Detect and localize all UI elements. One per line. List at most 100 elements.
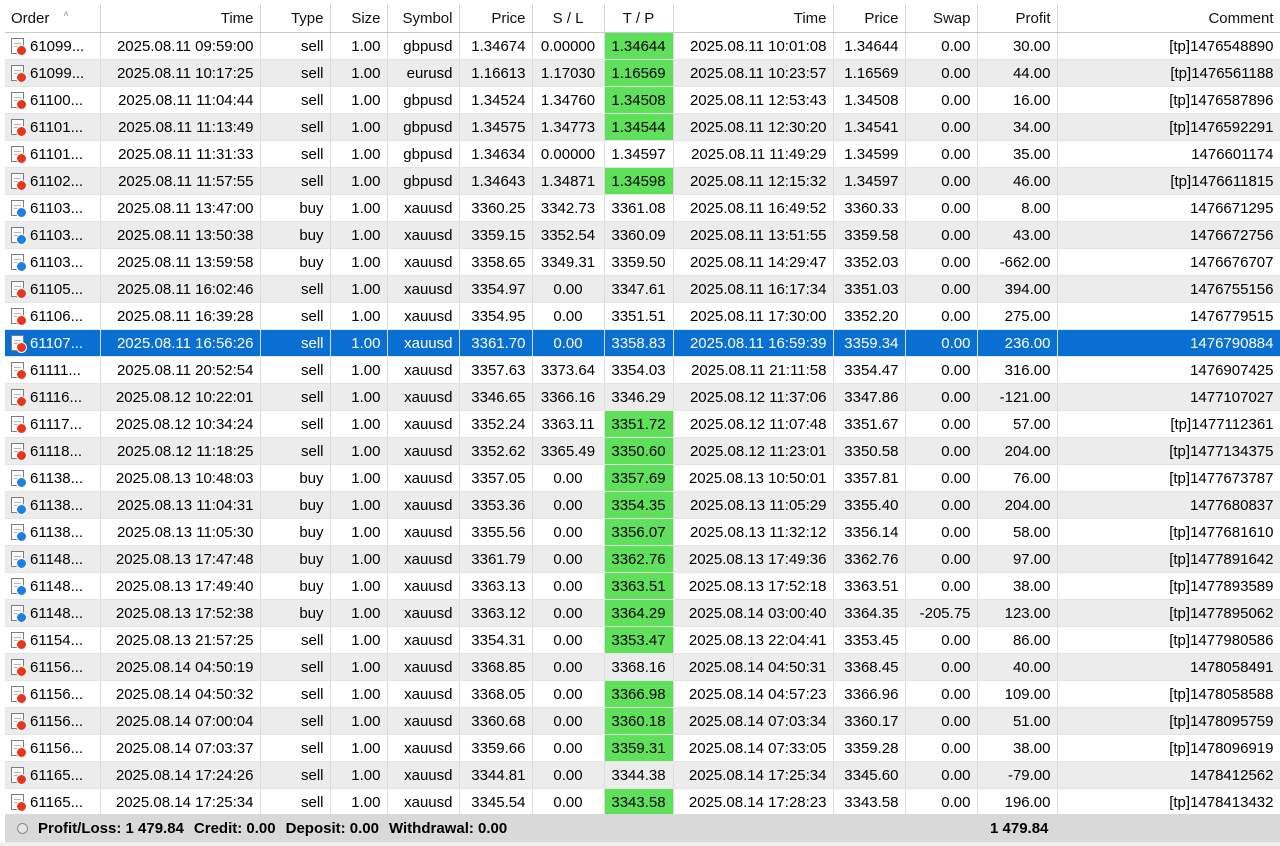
order-cell: 61156...: [5, 734, 101, 762]
trade-row[interactable]: 61107... 2025.08.11 16:56:26 sell 1.00 xauus…: [5, 329, 1280, 357]
comment-cell: [tp]1478095759: [1057, 707, 1280, 735]
order-cell: 61117...: [5, 410, 101, 438]
column-header-size[interactable]: Size: [330, 4, 388, 33]
type-cell: sell: [260, 707, 331, 735]
symbol-cell: gbpusd: [387, 86, 460, 114]
trade-row[interactable]: 61154... 2025.08.13 21:57:25 sell 1.00 xauus…: [5, 626, 1280, 654]
trade-row[interactable]: 61148... 2025.08.13 17:52:38 buy 1.00 xauusd…: [5, 599, 1280, 627]
buy-order-icon: [11, 200, 27, 218]
open-time-cell: 2025.08.11 13:59:58: [100, 248, 261, 276]
profit-cell: 58.00: [977, 518, 1058, 546]
column-header-swap[interactable]: Swap: [905, 4, 978, 33]
close-price-cell: 3351.03: [833, 275, 906, 303]
order-number: 61156...: [30, 712, 84, 730]
trade-row[interactable]: 61156... 2025.08.14 04:50:19 sell 1.00 xauus…: [5, 653, 1280, 681]
symbol-cell: xauusd: [387, 491, 460, 519]
trade-row[interactable]: 61099... 2025.08.11 10:17:25 sell 1.00 eurus…: [5, 59, 1280, 87]
close-price-cell: 3352.03: [833, 248, 906, 276]
trade-row[interactable]: 61102... 2025.08.11 11:57:55 sell 1.00 gbpus…: [5, 167, 1280, 195]
trade-row[interactable]: 61100... 2025.08.11 11:04:44 sell 1.00 gbpus…: [5, 86, 1280, 114]
buy-order-icon: [11, 254, 27, 272]
swap-cell: 0.00: [905, 626, 978, 654]
sell-order-icon: [11, 335, 27, 353]
column-header-close-time[interactable]: Time: [673, 4, 834, 33]
trade-row[interactable]: 61138... 2025.08.13 11:05:30 buy 1.00 xauusd…: [5, 518, 1280, 546]
column-header-order[interactable]: Order ˄: [5, 4, 101, 33]
open-time-cell: 2025.08.11 20:52:54: [100, 356, 261, 384]
column-header-type[interactable]: Type: [260, 4, 331, 33]
close-price-cell: 3366.96: [833, 680, 906, 708]
column-header-symbol[interactable]: Symbol: [387, 4, 460, 33]
comment-cell: [tp]1476587896: [1057, 86, 1280, 114]
order-number: 61111...: [30, 361, 81, 379]
open-price-cell: 3346.65: [459, 383, 533, 411]
close-time-cell: 2025.08.11 16:59:39: [673, 329, 834, 357]
trade-row[interactable]: 61101... 2025.08.11 11:13:49 sell 1.00 gbpus…: [5, 113, 1280, 141]
trade-row[interactable]: 61106... 2025.08.11 16:39:28 sell 1.00 xauus…: [5, 302, 1280, 330]
trade-row[interactable]: 61165... 2025.08.14 17:25:34 sell 1.00 xauus…: [5, 788, 1280, 816]
close-time-cell: 2025.08.11 14:29:47: [673, 248, 834, 276]
trade-row[interactable]: 61165... 2025.08.14 17:24:26 sell 1.00 xauus…: [5, 761, 1280, 789]
order-cell: 61107...: [5, 329, 101, 357]
trade-row[interactable]: 61156... 2025.08.14 07:03:37 sell 1.00 xauus…: [5, 734, 1280, 762]
trade-row[interactable]: 61117... 2025.08.12 10:34:24 sell 1.00 xauus…: [5, 410, 1280, 438]
take-profit-cell: 3346.29: [604, 383, 674, 411]
open-time-cell: 2025.08.11 09:59:00: [100, 32, 261, 60]
take-profit-cell: 3356.07: [604, 518, 674, 546]
open-time-cell: 2025.08.12 10:34:24: [100, 410, 261, 438]
column-header-stop-loss[interactable]: S / L: [532, 4, 605, 33]
open-time-cell: 2025.08.13 11:05:30: [100, 518, 261, 546]
trade-row[interactable]: 61138... 2025.08.13 10:48:03 buy 1.00 xauusd…: [5, 464, 1280, 492]
trade-row[interactable]: 61156... 2025.08.14 07:00:04 sell 1.00 xauus…: [5, 707, 1280, 735]
trade-row[interactable]: 61148... 2025.08.13 17:49:40 buy 1.00 xauusd…: [5, 572, 1280, 600]
column-header-profit[interactable]: Profit: [977, 4, 1058, 33]
stop-loss-cell: 0.00: [532, 545, 605, 573]
type-cell: sell: [260, 437, 331, 465]
swap-cell: 0.00: [905, 734, 978, 762]
close-time-cell: 2025.08.14 17:25:34: [673, 761, 834, 789]
order-number: 61107...: [30, 334, 84, 352]
trade-row[interactable]: 61103... 2025.08.11 13:50:38 buy 1.00 xauusd…: [5, 221, 1280, 249]
trade-row[interactable]: 61111... 2025.08.11 20:52:54 sell 1.00 xauus…: [5, 356, 1280, 384]
column-header-label: Time: [220, 9, 254, 27]
column-header-close-price[interactable]: Price: [833, 4, 906, 33]
symbol-cell: xauusd: [387, 194, 460, 222]
open-price-cell: 3353.36: [459, 491, 533, 519]
trade-row[interactable]: 61118... 2025.08.12 11:18:25 sell 1.00 xauus…: [5, 437, 1280, 465]
sell-order-icon: [11, 38, 27, 56]
symbol-cell: eurusd: [387, 59, 460, 87]
open-price-cell: 3345.54: [459, 788, 533, 816]
open-price-cell: 3354.97: [459, 275, 533, 303]
column-header-take-profit[interactable]: T / P: [604, 4, 674, 33]
symbol-cell: xauusd: [387, 680, 460, 708]
profit-cell: 316.00: [977, 356, 1058, 384]
column-header-label: Swap: [932, 9, 971, 27]
open-price-cell: 1.34634: [459, 140, 533, 168]
trade-row[interactable]: 61101... 2025.08.11 11:31:33 sell 1.00 gbpus…: [5, 140, 1280, 168]
trade-row[interactable]: 61099... 2025.08.11 09:59:00 sell 1.00 gbpus…: [5, 32, 1280, 60]
open-time-cell: 2025.08.14 07:00:04: [100, 707, 261, 735]
trade-row[interactable]: 61103... 2025.08.11 13:47:00 buy 1.00 xauusd…: [5, 194, 1280, 222]
trade-row[interactable]: 61156... 2025.08.14 04:50:32 sell 1.00 xauus…: [5, 680, 1280, 708]
summary-circle-icon: [17, 822, 28, 834]
column-header-comment[interactable]: Comment: [1057, 4, 1280, 33]
symbol-cell: xauusd: [387, 356, 460, 384]
size-cell: 1.00: [330, 140, 388, 168]
open-price-cell: 1.16613: [459, 59, 533, 87]
trade-row[interactable]: 61138... 2025.08.13 11:04:31 buy 1.00 xauusd…: [5, 491, 1280, 519]
order-cell: 61106...: [5, 302, 101, 330]
column-header-open-price[interactable]: Price: [459, 4, 533, 33]
symbol-cell: xauusd: [387, 788, 460, 816]
column-header-label: Symbol: [402, 9, 453, 27]
symbol-cell: gbpusd: [387, 140, 460, 168]
profit-cell: 204.00: [977, 437, 1058, 465]
trade-row[interactable]: 61148... 2025.08.13 17:47:48 buy 1.00 xauusd…: [5, 545, 1280, 573]
stop-loss-cell: 3363.11: [532, 410, 605, 438]
trade-row[interactable]: 61103... 2025.08.11 13:59:58 buy 1.00 xauusd…: [5, 248, 1280, 276]
trade-row[interactable]: 61105... 2025.08.11 16:02:46 sell 1.00 xauus…: [5, 275, 1280, 303]
column-header-open-time[interactable]: Time: [100, 4, 261, 33]
open-time-cell: 2025.08.12 11:18:25: [100, 437, 261, 465]
stop-loss-cell: 3365.49: [532, 437, 605, 465]
trade-row[interactable]: 61116... 2025.08.12 10:22:01 sell 1.00 xauus…: [5, 383, 1280, 411]
order-cell: 61099...: [5, 32, 101, 60]
